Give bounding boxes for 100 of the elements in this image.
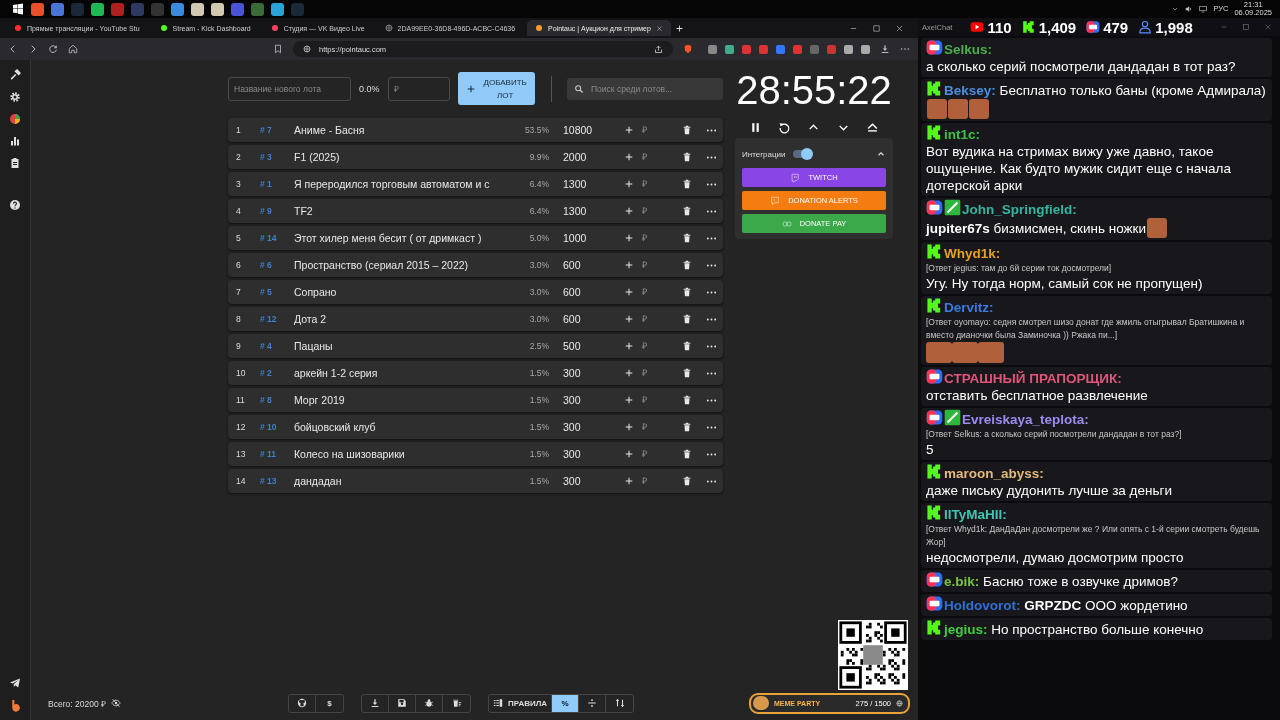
- lot-row[interactable]: 1 # 7 Аниме - Басня 53.5% 10800 ₽: [228, 118, 723, 142]
- reply-quote: [Ответ Whyd1k: ДанДаДан досмотрели же ? Или опять с 1-й серии смотреть будешь Жор]: [926, 523, 1261, 549]
- bid-field[interactable]: ₽: [642, 283, 682, 301]
- shield-icon[interactable]: [683, 44, 693, 54]
- paper-plane-icon[interactable]: [9, 677, 21, 689]
- lot-row[interactable]: 2 # 3 F1 (2025) 9.9% 2000 ₽: [228, 145, 723, 169]
- search-field[interactable]: Поиск среди лотов...: [567, 77, 723, 100]
- taskbar-app-icon[interactable]: [271, 2, 284, 16]
- add-bid-icon[interactable]: [624, 341, 634, 351]
- add-bid-icon[interactable]: [624, 152, 634, 162]
- clipboard-icon[interactable]: [9, 157, 21, 169]
- hammer-icon[interactable]: [8, 68, 22, 81]
- amount-field[interactable]: ₽: [387, 76, 450, 101]
- lot-row[interactable]: 13 # 11 Колесо на шизоварики 1.5% 300 ₽: [228, 442, 723, 466]
- taskbar-app-icon[interactable]: [31, 2, 44, 16]
- bid-field[interactable]: ₽: [642, 310, 682, 328]
- add-bid-icon[interactable]: [624, 179, 634, 189]
- lot-name-field[interactable]: Название нового лота: [228, 76, 351, 101]
- bid-field[interactable]: ₽: [642, 445, 682, 463]
- add-bid-icon[interactable]: [624, 260, 634, 270]
- add-bid-icon[interactable]: [624, 206, 634, 216]
- share-icon[interactable]: [654, 44, 663, 54]
- countdown-timer: 28:55:22: [735, 68, 893, 112]
- bid-field[interactable]: ₽: [642, 121, 682, 139]
- trash-icon[interactable]: [682, 233, 692, 243]
- add-bid-icon[interactable]: [624, 449, 634, 459]
- toolbar-button[interactable]: $: [316, 694, 343, 712]
- taskbar-app-icon[interactable]: [171, 2, 184, 16]
- trash-icon[interactable]: [682, 476, 692, 486]
- close-icon[interactable]: [895, 23, 904, 33]
- add-lot-button[interactable]: ДОБАВИТЬ ЛОТ: [457, 72, 535, 105]
- bid-field[interactable]: ₽: [642, 391, 682, 409]
- bid-field[interactable]: ₽: [642, 472, 682, 490]
- trash-icon[interactable]: [682, 395, 692, 405]
- restart-icon[interactable]: [778, 121, 792, 134]
- trash-icon[interactable]: [682, 260, 692, 270]
- pie-chart-icon[interactable]: [9, 113, 21, 125]
- bid-field[interactable]: ₽: [642, 202, 682, 220]
- integrations-toggle[interactable]: [792, 150, 811, 158]
- trash-icon[interactable]: [682, 422, 692, 432]
- add-bid-icon[interactable]: [624, 314, 634, 324]
- trash-icon[interactable]: [682, 125, 692, 135]
- add-bid-icon[interactable]: [624, 476, 634, 486]
- bar-chart-icon[interactable]: [9, 135, 21, 147]
- lot-row[interactable]: 9 # 4 Пацаны 2.5% 500 ₽: [228, 334, 723, 358]
- add-bid-icon[interactable]: [624, 287, 634, 297]
- lot-row[interactable]: 6 # 6 Пространство (сериал 2015 – 2022) 3.0% 600 ₽: [228, 253, 723, 277]
- lot-row[interactable]: 5 # 14 Этот хилер меня бесит ( от дримкаст ) 5.0% 1000 ₽: [228, 226, 723, 250]
- lot-row[interactable]: 10 # 2 аркейн 1-2 серия 1.5% 300 ₽: [228, 361, 723, 385]
- add-bid-icon[interactable]: [624, 368, 634, 378]
- add-bid-icon[interactable]: [624, 395, 634, 405]
- trash-icon[interactable]: [682, 206, 692, 216]
- add-bid-icon[interactable]: [624, 422, 634, 432]
- new-tab-icon[interactable]: [674, 23, 684, 33]
- rank-number: 13: [236, 449, 247, 459]
- trash-icon[interactable]: [682, 449, 692, 459]
- bookmark-icon[interactable]: [273, 44, 283, 54]
- lot-row[interactable]: 8 # 12 Дота 2 3.0% 600 ₽: [228, 307, 723, 331]
- maximize-icon[interactable]: [872, 23, 881, 33]
- lot-row[interactable]: 3 # 1 Я переродился торговым автоматом и с 6.4% 1300 ₽: [228, 172, 723, 196]
- bid-field[interactable]: ₽: [642, 364, 682, 382]
- bid-field[interactable]: ₽: [642, 337, 682, 355]
- lot-row[interactable]: 14 # 13 дандадан 1.5% 300 ₽: [228, 469, 723, 493]
- taskbar-app-icon[interactable]: [91, 2, 104, 16]
- chat-author: Beksey:: [944, 83, 996, 98]
- trash-icon[interactable]: [682, 287, 692, 297]
- download-icon[interactable]: [880, 44, 890, 54]
- settings-icon[interactable]: [9, 91, 21, 103]
- caret-icon[interactable]: [1171, 5, 1180, 13]
- trash-icon[interactable]: [682, 179, 692, 189]
- close-icon[interactable]: [655, 24, 663, 32]
- lot-row[interactable]: 12 # 10 бойцовский клуб 1.5% 300 ₽: [228, 415, 723, 439]
- speaker-icon[interactable]: [1185, 5, 1194, 13]
- lot-row[interactable]: 7 # 5 Сопрано 3.0% 600 ₽: [228, 280, 723, 304]
- home-icon[interactable]: [68, 44, 78, 54]
- eject-icon[interactable]: [865, 121, 879, 134]
- add-bid-icon[interactable]: [624, 233, 634, 243]
- trash-icon[interactable]: [682, 314, 692, 324]
- toolbar-button[interactable]: %: [552, 694, 580, 712]
- lot-row[interactable]: 4 # 9 TF2 6.4% 1300 ₽: [228, 199, 723, 223]
- bid-field[interactable]: ₽: [642, 229, 682, 247]
- lot-amount: 300: [563, 394, 582, 406]
- windows-icon[interactable]: [12, 3, 24, 15]
- platform-badge-icon: [926, 504, 943, 521]
- taskbar-app-icon[interactable]: [211, 2, 224, 16]
- add-bid-icon[interactable]: [624, 125, 634, 135]
- bid-field[interactable]: ₽: [642, 256, 682, 274]
- reload-icon[interactable]: [48, 44, 58, 54]
- trash-icon[interactable]: [682, 341, 692, 351]
- help-icon[interactable]: [9, 199, 21, 211]
- bid-field[interactable]: ₽: [642, 418, 682, 436]
- trash-icon[interactable]: [682, 368, 692, 378]
- trash-icon[interactable]: [682, 152, 692, 162]
- lot-row[interactable]: 11 # 8 Морг 2019 1.5% 300 ₽: [228, 388, 723, 412]
- bid-field[interactable]: ₽: [642, 148, 682, 166]
- monitor-icon[interactable]: [1199, 5, 1208, 13]
- bid-field[interactable]: ₽: [642, 175, 682, 193]
- rank-number: 1: [236, 125, 242, 135]
- eye-off-icon[interactable]: [111, 698, 121, 708]
- taskbar-app-icon[interactable]: [191, 2, 204, 16]
